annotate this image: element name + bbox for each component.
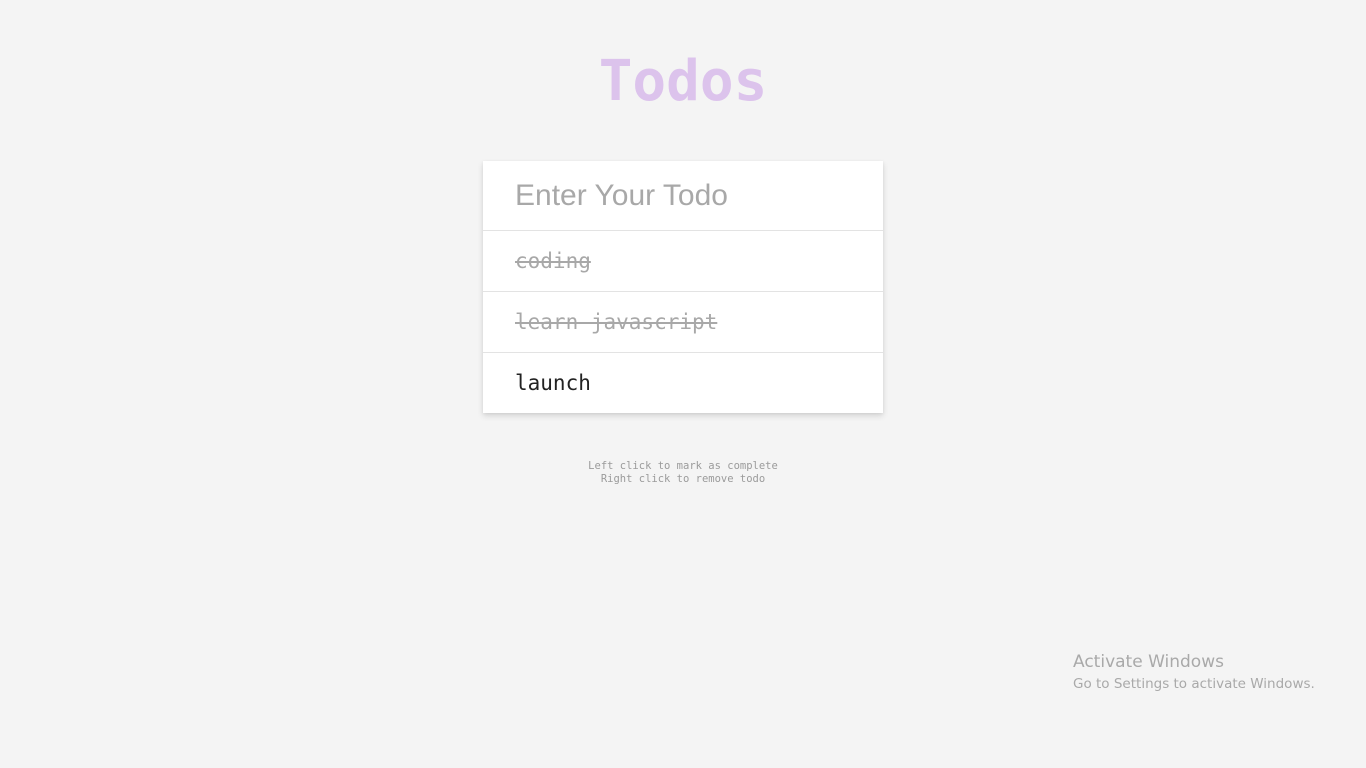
right-click-hint: Right click to remove todo: [600, 473, 766, 485]
todo-input[interactable]: [483, 161, 883, 231]
todo-list: coding learn javascript launch: [483, 231, 883, 413]
todo-item-coding[interactable]: coding: [483, 231, 883, 292]
page-title: Todos: [598, 49, 768, 114]
usage-hint: Left click to mark as complete Right cli…: [0, 460, 1366, 486]
watermark-title: Activate Windows: [1073, 652, 1224, 672]
todo-item-learn-javascript[interactable]: learn javascript: [483, 292, 883, 353]
left-click-hint: Left click to mark as complete: [588, 460, 778, 472]
todo-card: coding learn javascript launch: [483, 161, 883, 413]
watermark-subtitle: Go to Settings to activate Windows.: [1073, 676, 1315, 692]
todo-item-launch[interactable]: launch: [483, 353, 883, 413]
activate-windows-watermark: Activate Windows Go to Settings to activ…: [1073, 650, 1315, 694]
